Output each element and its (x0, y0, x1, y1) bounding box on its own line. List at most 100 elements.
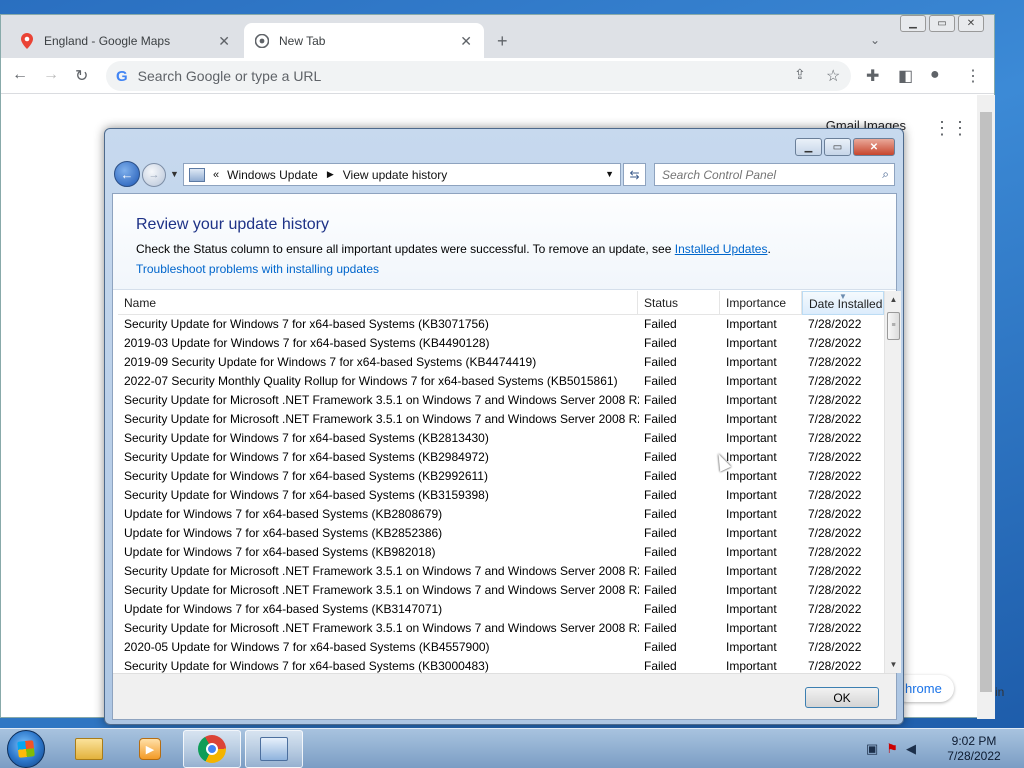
update-history-window: ▁ ▭ ✕ ← → ▼ « Windows Update ▶ View upda… (104, 128, 904, 725)
minimize-icon[interactable]: ▁ (900, 15, 926, 32)
dialog-footer: OK (113, 673, 896, 719)
chrome-icon (198, 735, 226, 763)
search-input[interactable] (662, 167, 867, 182)
side-panel-icon[interactable]: ◧ (898, 66, 913, 86)
update-status: Failed (644, 393, 677, 407)
installed-updates-link[interactable]: Installed Updates (675, 242, 768, 256)
address-dropdown-icon[interactable]: ▼ (605, 169, 614, 179)
update-name: 2019-03 Update for Windows 7 for x64-bas… (124, 336, 490, 350)
table-row[interactable]: Security Update for Windows 7 for x64-ba… (118, 448, 884, 467)
breadcrumb-view-update-history[interactable]: View update history (343, 168, 448, 182)
table-row[interactable]: Security Update for Microsoft .NET Frame… (118, 581, 884, 600)
column-label: Importance (726, 296, 787, 310)
taskbar-explorer[interactable] (60, 730, 118, 768)
tab-strip: England - Google Maps ✕ New Tab ✕ + ⌄ ▁ … (1, 15, 994, 58)
reload-icon[interactable]: ↻ (75, 66, 88, 86)
system-tray: ▣⚑◀ (866, 741, 924, 757)
scrollbar-thumb[interactable] (980, 112, 992, 692)
maximize-icon[interactable]: ▭ (824, 138, 851, 156)
minimize-icon[interactable]: ▁ (795, 138, 822, 156)
table-row[interactable]: 2022-07 Security Monthly Quality Rollup … (118, 372, 884, 391)
list-scrollbar[interactable]: ▲ ≡ ▼ (884, 291, 901, 673)
volume-icon[interactable]: ◀ (906, 741, 924, 756)
scrollbar-thumb[interactable]: ≡ (887, 312, 900, 340)
forward-arrow-icon[interactable]: → (142, 163, 166, 187)
update-history-list: Name Status Importance ▼ Date Installed … (118, 291, 901, 673)
action-center-flag-icon[interactable]: ⚑ (886, 741, 906, 756)
table-row[interactable]: Update for Windows 7 for x64-based Syste… (118, 505, 884, 524)
folder-icon (75, 738, 103, 760)
omnibox[interactable]: G Search Google or type a URL (106, 61, 851, 91)
close-tab-icon[interactable]: ✕ (460, 33, 472, 50)
troubleshoot-link[interactable]: Troubleshoot problems with installing up… (136, 262, 379, 276)
search-box[interactable]: ⌕ (654, 163, 895, 186)
taskbar-chrome[interactable] (183, 730, 241, 768)
tab-search-chevron-icon[interactable]: ⌄ (870, 33, 880, 47)
update-date: 7/28/2022 (808, 583, 862, 597)
column-header-name[interactable]: Name (118, 291, 638, 315)
close-icon[interactable]: ✕ (958, 15, 984, 32)
taskbar-control-panel[interactable] (245, 730, 303, 768)
table-row[interactable]: Security Update for Microsoft .NET Frame… (118, 619, 884, 638)
table-row[interactable]: 2019-03 Update for Windows 7 for x64-bas… (118, 334, 884, 353)
share-icon[interactable]: ⇪ (794, 66, 806, 83)
column-header-date-installed[interactable]: ▼ Date Installed (802, 291, 884, 315)
page-scrollbar[interactable] (977, 95, 995, 719)
maximize-icon[interactable]: ▭ (929, 15, 955, 32)
update-date: 7/28/2022 (808, 317, 862, 331)
update-date: 7/28/2022 (808, 545, 862, 559)
table-row[interactable]: Security Update for Microsoft .NET Frame… (118, 391, 884, 410)
scroll-down-icon[interactable]: ▼ (885, 656, 902, 673)
search-icon[interactable]: ⌕ (882, 167, 889, 182)
list-header: Name Status Importance ▼ Date Installed (118, 291, 884, 315)
table-row[interactable]: Security Update for Microsoft .NET Frame… (118, 562, 884, 581)
table-row[interactable]: Update for Windows 7 for x64-based Syste… (118, 543, 884, 562)
taskbar-media-player[interactable]: ▶ (121, 730, 179, 768)
table-row[interactable]: Security Update for Windows 7 for x64-ba… (118, 315, 884, 334)
table-row[interactable]: Security Update for Windows 7 for x64-ba… (118, 429, 884, 448)
refresh-icon[interactable]: ⇆ (623, 163, 646, 186)
breadcrumb-overflow-icon[interactable]: « (213, 169, 219, 181)
forward-arrow-icon[interactable]: → (43, 66, 59, 84)
update-importance: Important (726, 564, 777, 578)
extensions-puzzle-icon[interactable]: ✚ (866, 66, 879, 86)
update-status: Failed (644, 431, 677, 445)
back-arrow-icon[interactable]: ← (114, 161, 140, 187)
bookmark-star-icon[interactable]: ☆ (826, 66, 840, 86)
network-icon[interactable]: ▣ (866, 741, 886, 756)
table-row[interactable]: Security Update for Windows 7 for x64-ba… (118, 486, 884, 505)
menu-kebab-icon[interactable]: ⋮ (965, 66, 981, 86)
column-header-status[interactable]: Status (638, 291, 720, 315)
table-row[interactable]: Security Update for Microsoft .NET Frame… (118, 410, 884, 429)
update-date: 7/28/2022 (808, 526, 862, 540)
table-row[interactable]: 2020-05 Update for Windows 7 for x64-bas… (118, 638, 884, 657)
back-arrow-icon[interactable]: ← (12, 66, 28, 84)
update-status: Failed (644, 640, 677, 654)
breadcrumb-separator-icon[interactable]: ▶ (327, 169, 334, 180)
scroll-up-icon[interactable]: ▲ (885, 291, 902, 308)
close-tab-icon[interactable]: ✕ (218, 33, 230, 50)
update-date: 7/28/2022 (808, 355, 862, 369)
new-tab-icon[interactable]: + (497, 31, 508, 52)
ok-button[interactable]: OK (805, 687, 879, 708)
tab-google-maps[interactable]: England - Google Maps ✕ (9, 23, 242, 58)
tab-new-tab[interactable]: New Tab ✕ (244, 23, 484, 58)
update-status: Failed (644, 412, 677, 426)
table-row[interactable]: Update for Windows 7 for x64-based Syste… (118, 524, 884, 543)
table-row[interactable]: Security Update for Windows 7 for x64-ba… (118, 467, 884, 486)
update-name: Security Update for Windows 7 for x64-ba… (124, 469, 488, 483)
update-importance: Important (726, 602, 777, 616)
table-row[interactable]: 2019-09 Security Update for Windows 7 fo… (118, 353, 884, 372)
close-icon[interactable]: ✕ (853, 138, 895, 156)
update-name: Update for Windows 7 for x64-based Syste… (124, 526, 443, 540)
profile-avatar-icon[interactable]: ● (930, 66, 940, 84)
address-bar[interactable]: « Windows Update ▶ View update history ▼ (183, 163, 621, 186)
clock[interactable]: 9:02 PM 7/28/2022 (938, 734, 1010, 764)
recent-pages-chevron-icon[interactable]: ▼ (170, 169, 179, 179)
table-row[interactable]: Update for Windows 7 for x64-based Syste… (118, 600, 884, 619)
column-header-importance[interactable]: Importance (720, 291, 802, 315)
start-button[interactable] (7, 730, 45, 768)
update-date: 7/28/2022 (808, 469, 862, 483)
breadcrumb-windows-update[interactable]: Windows Update (227, 168, 318, 182)
table-row[interactable]: Security Update for Windows 7 for x64-ba… (118, 657, 884, 673)
